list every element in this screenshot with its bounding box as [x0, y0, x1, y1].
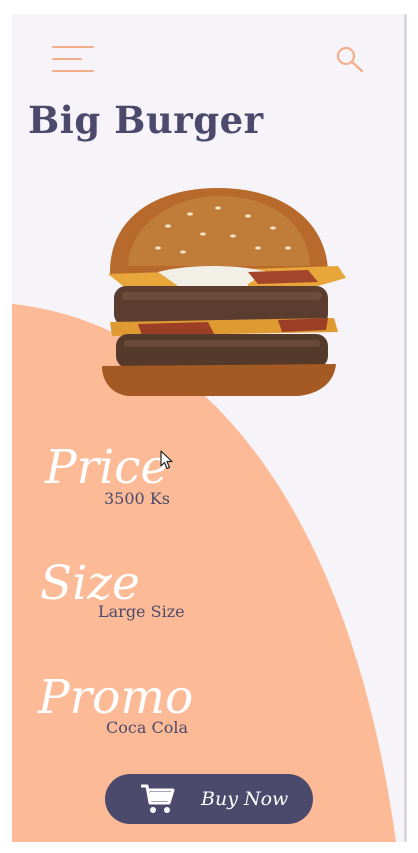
- burger-image: [102, 188, 346, 396]
- search-icon: [336, 46, 364, 73]
- buy-now-label: Buy Now: [201, 788, 289, 810]
- menu-line-top: [52, 46, 94, 48]
- price-label: Price: [45, 440, 169, 495]
- size-label: Size: [40, 556, 140, 611]
- price-value: 3500 Ks: [104, 489, 170, 508]
- promo-value: Coca Cola: [106, 718, 188, 737]
- menu-button[interactable]: [52, 44, 98, 76]
- menu-line-middle: [52, 58, 82, 60]
- menu-line-bottom: [52, 70, 94, 72]
- buy-now-button[interactable]: Buy Now: [105, 774, 313, 824]
- page-title: Big Burger: [28, 98, 264, 142]
- size-value: Large Size: [98, 602, 185, 621]
- app-screen: Big Burger Price 3500 Ks Size Large Size…: [12, 14, 404, 842]
- promo-label: Promo: [38, 670, 194, 725]
- window-edge: [404, 14, 407, 842]
- mouse-cursor-icon: [160, 450, 173, 470]
- cart-icon: [141, 784, 175, 813]
- search-button[interactable]: [334, 44, 366, 76]
